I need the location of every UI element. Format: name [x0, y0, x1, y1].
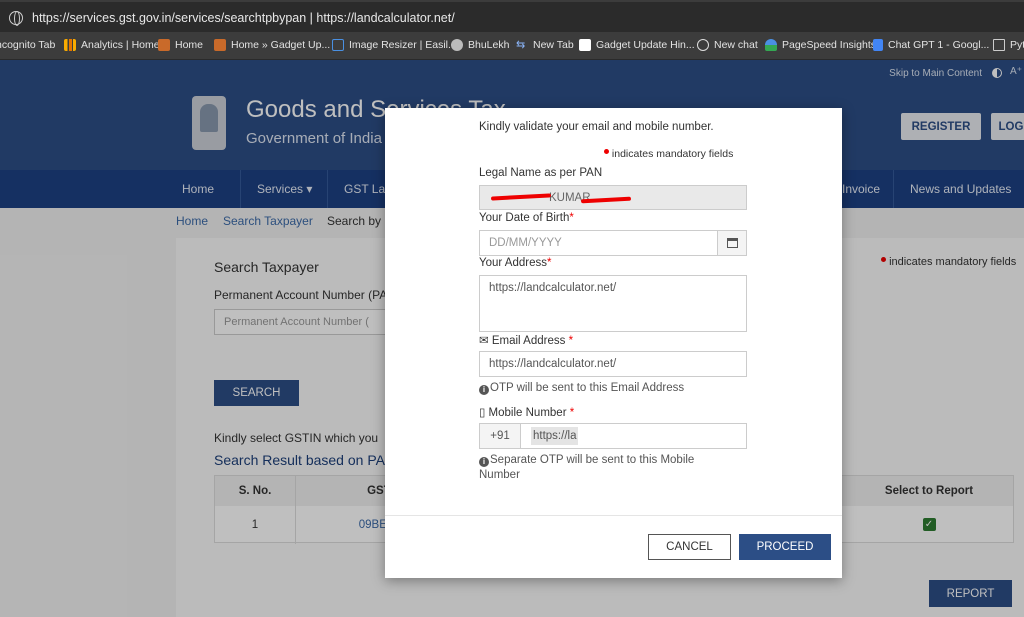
bookmark-home[interactable]: Home — [158, 39, 203, 51]
bookmark-incognito-tab[interactable]: ncognito Tab — [0, 39, 55, 51]
bookmark-label: PageSpeed Insights — [782, 39, 876, 51]
mobile-input[interactable]: https://la — [531, 427, 579, 445]
calendar-button[interactable] — [717, 231, 746, 255]
dob-input[interactable]: DD/MM/YYYY — [479, 230, 747, 256]
modal-mandatory-note: indicates mandatory fields — [604, 148, 733, 160]
bookmark-analytics[interactable]: Analytics | Home — [64, 39, 160, 51]
bookmark-label: New chat — [714, 39, 758, 51]
url-text[interactable]: https://services.gst.gov.in/services/sea… — [32, 11, 455, 25]
required-mark: * — [568, 335, 574, 347]
email-otp-note: i OTP will be sent to this Email Address — [479, 382, 684, 395]
email-note-text: OTP will be sent to this Email Address — [490, 382, 685, 394]
email-label-text: Email Address — [491, 335, 566, 347]
mobile-otp-note-cont: Number — [479, 469, 520, 481]
bookmark-gadget-update[interactable]: Gadget Update Hin... — [579, 39, 695, 51]
required-dot-icon — [604, 149, 609, 154]
folder-icon — [993, 39, 1005, 51]
bookmarks-bar: ncognito Tab Analytics | Home Home Home … — [0, 34, 1024, 60]
bookmark-label: Gadget Update Hin... — [596, 39, 695, 51]
chatgpt-icon — [697, 39, 709, 51]
bookmark-image-resizer[interactable]: Image Resizer | Easil... — [332, 39, 457, 51]
bookmark-label: BhuLekh — [468, 39, 510, 51]
address-textarea[interactable]: https://landcalculator.net/ — [479, 275, 747, 332]
site-info-icon[interactable] — [9, 11, 23, 26]
bookmark-home-gadget[interactable]: Home » Gadget Up... — [214, 39, 330, 51]
modal-intro: Kindly validate your email and mobile nu… — [479, 121, 714, 133]
modal-divider — [385, 515, 842, 516]
bookmark-label: Analytics | Home — [81, 39, 160, 51]
address-field[interactable]: https://services.gst.gov.in/services/sea… — [0, 2, 1024, 32]
image-icon — [332, 39, 344, 51]
country-code-prefix: +91 — [480, 424, 521, 448]
gadget-icon — [214, 39, 226, 51]
calendar-icon — [726, 238, 738, 248]
email-label: ✉ Email Address * — [479, 333, 573, 347]
bookmark-label: ncognito Tab — [0, 39, 56, 51]
bookmark-label: Pyt — [1010, 39, 1024, 51]
bookmark-folder[interactable]: Pyt — [993, 39, 1024, 51]
dob-placeholder: DD/MM/YYYY — [489, 237, 562, 249]
required-mark: * — [569, 212, 574, 224]
proceed-button[interactable]: PROCEED — [739, 534, 831, 560]
gadget-icon — [579, 39, 591, 51]
mobile-input-group: +91 https://la — [479, 423, 747, 449]
bookmark-label: Home » Gadget Up... — [231, 39, 331, 51]
browser-address-bar: https://services.gst.gov.in/services/sea… — [0, 0, 1024, 34]
bookmark-chat-gpt-doc[interactable]: Chat GPT 1 - Googl... — [873, 39, 989, 51]
bookmark-label: Home — [175, 39, 204, 51]
legal-name-label: Legal Name as per PAN — [479, 167, 603, 179]
envelope-icon: ✉ — [479, 335, 489, 347]
mobile-label-text: Mobile Number — [488, 407, 567, 419]
bookmark-bhulekh[interactable]: BhuLekh — [451, 39, 509, 51]
analytics-icon — [64, 39, 76, 51]
phone-icon: ▯ — [479, 407, 486, 419]
mobile-label: ▯ Mobile Number * — [479, 405, 574, 419]
gadget-icon — [158, 39, 170, 51]
cancel-button[interactable]: CANCEL — [648, 534, 731, 560]
bookmark-new-chat[interactable]: New chat — [697, 39, 758, 51]
validate-modal: Kindly validate your email and mobile nu… — [385, 108, 842, 578]
info-icon: i — [479, 457, 489, 467]
dob-label-text: Your Date of Birth — [479, 212, 570, 224]
globe-icon — [451, 39, 463, 51]
address-label-text: Your Address — [479, 257, 547, 269]
dob-label: Your Date of Birth* — [479, 212, 574, 224]
modal-mandatory-text: indicates mandatory fields — [611, 148, 734, 160]
required-mark: * — [546, 257, 552, 269]
bookmark-label: Image Resizer | Easil... — [349, 39, 457, 51]
bookmark-label: New Tab — [533, 39, 574, 51]
pagespeed-icon — [765, 39, 777, 51]
bookmark-label: Chat GPT 1 - Googl... — [888, 39, 990, 51]
required-mark: * — [569, 407, 575, 419]
mobile-otp-note: i Separate OTP will be sent to this Mobil… — [479, 454, 694, 467]
email-input[interactable]: https://landcalculator.net/ — [479, 351, 747, 377]
bookmark-pagespeed[interactable]: PageSpeed Insights — [765, 39, 876, 51]
info-icon: i — [479, 385, 489, 395]
address-label: Your Address* — [479, 257, 551, 269]
docs-icon — [873, 39, 883, 51]
mobile-note-text: Separate OTP will be sent to this Mobile — [490, 454, 695, 466]
arrows-icon: ⇆ — [516, 39, 526, 51]
bookmark-new-tab[interactable]: ⇆ New Tab — [516, 39, 574, 51]
